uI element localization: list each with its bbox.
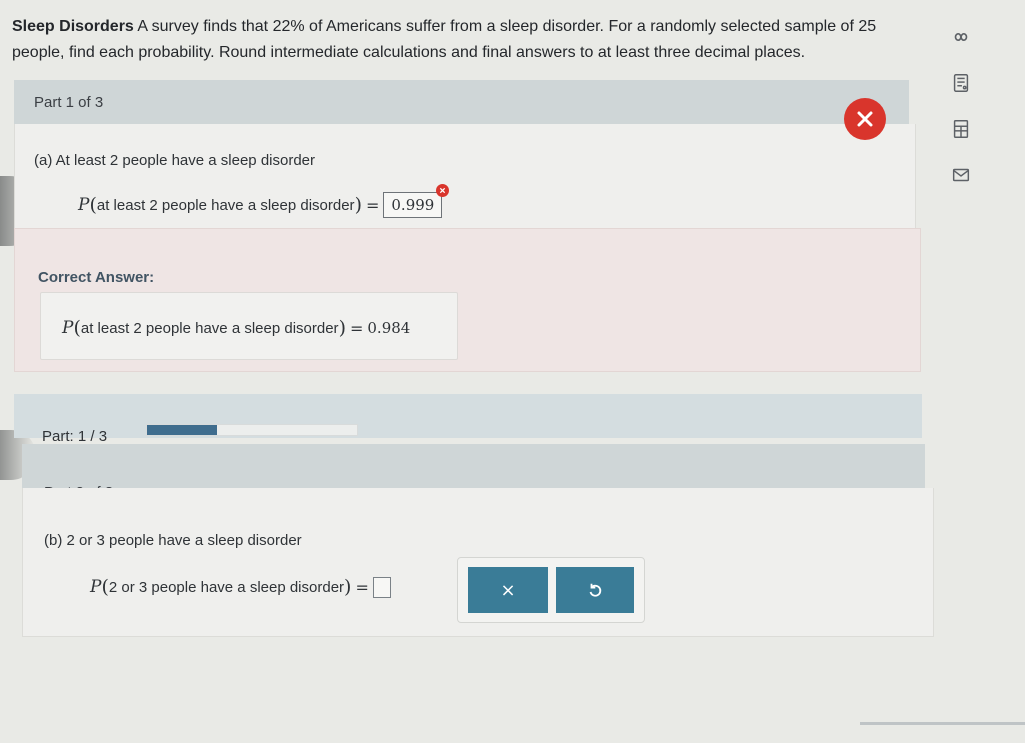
bottom-divider — [860, 722, 1025, 725]
close-paren: ) — [354, 194, 362, 216]
undo-button[interactable] — [556, 567, 634, 613]
open-paren: ( — [73, 317, 81, 339]
part2-answer-input[interactable] — [372, 576, 391, 598]
open-paren: ( — [89, 194, 97, 216]
close-paren: ) — [344, 576, 352, 598]
undo-icon — [589, 583, 602, 597]
event-text: 2 or 3 people have a sleep disorder — [108, 578, 345, 596]
part1-answer-line: P ( at least 2 people have a sleep disor… — [78, 184, 450, 218]
probability-symbol: P — [90, 577, 102, 597]
progress-label: Part: 1 / 3 — [42, 428, 108, 445]
part2-answer-line: P ( 2 or 3 people have a sleep disorder … — [90, 576, 391, 598]
equals-sign: = — [355, 577, 369, 597]
incorrect-badge — [844, 98, 886, 140]
close-paren: ) — [338, 317, 346, 339]
part2-header[interactable]: Part 2 of 3 — [22, 444, 925, 501]
part2-question: (b) 2 or 3 people have a sleep disorder — [44, 532, 302, 549]
part1-answer-input[interactable]: 0.999 — [383, 184, 450, 218]
probability-symbol: P — [78, 195, 90, 215]
envelope-icon[interactable] — [950, 164, 972, 186]
progress-bar — [146, 424, 358, 436]
equals-sign: = — [349, 318, 364, 338]
probability-symbol: P — [62, 318, 74, 338]
calculator-icon[interactable] — [950, 72, 972, 94]
correct-answer-line: P ( at least 2 people have a sleep disor… — [62, 317, 410, 339]
part1-header[interactable]: Part 1 of 3 — [14, 80, 909, 124]
infinity-icon[interactable] — [950, 26, 972, 48]
part1-answer-value: 0.999 — [391, 196, 435, 214]
part1-header-label: Part 1 of 3 — [34, 94, 104, 111]
event-text: at least 2 people have a sleep disorder — [96, 196, 355, 214]
progress-bar-fill — [147, 425, 217, 435]
correct-answer-value: 0.984 — [367, 319, 411, 337]
open-paren: ( — [101, 576, 109, 598]
problem-text: A survey finds that 22% of Americans suf… — [12, 18, 877, 61]
data-table-icon[interactable] — [950, 118, 972, 140]
correct-answer-title: Correct Answer: — [38, 269, 155, 286]
event-text: at least 2 people have a sleep disorder — [80, 319, 339, 337]
clear-button[interactable]: × — [468, 567, 548, 613]
part1-question: (a) At least 2 people have a sleep disor… — [34, 152, 316, 169]
close-icon — [857, 111, 873, 127]
problem-title: Sleep Disorders — [12, 18, 134, 35]
problem-statement: Sleep Disorders A survey finds that 22% … — [12, 14, 922, 66]
equals-sign: = — [365, 195, 380, 215]
